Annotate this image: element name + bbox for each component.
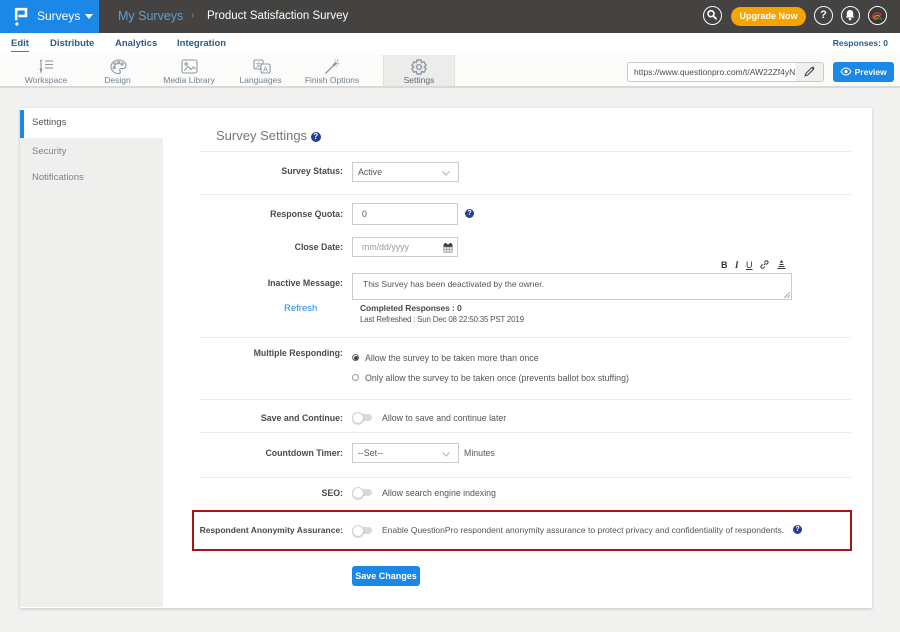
svg-text:文: 文 [255,60,262,69]
svg-text:A: A [263,66,268,73]
